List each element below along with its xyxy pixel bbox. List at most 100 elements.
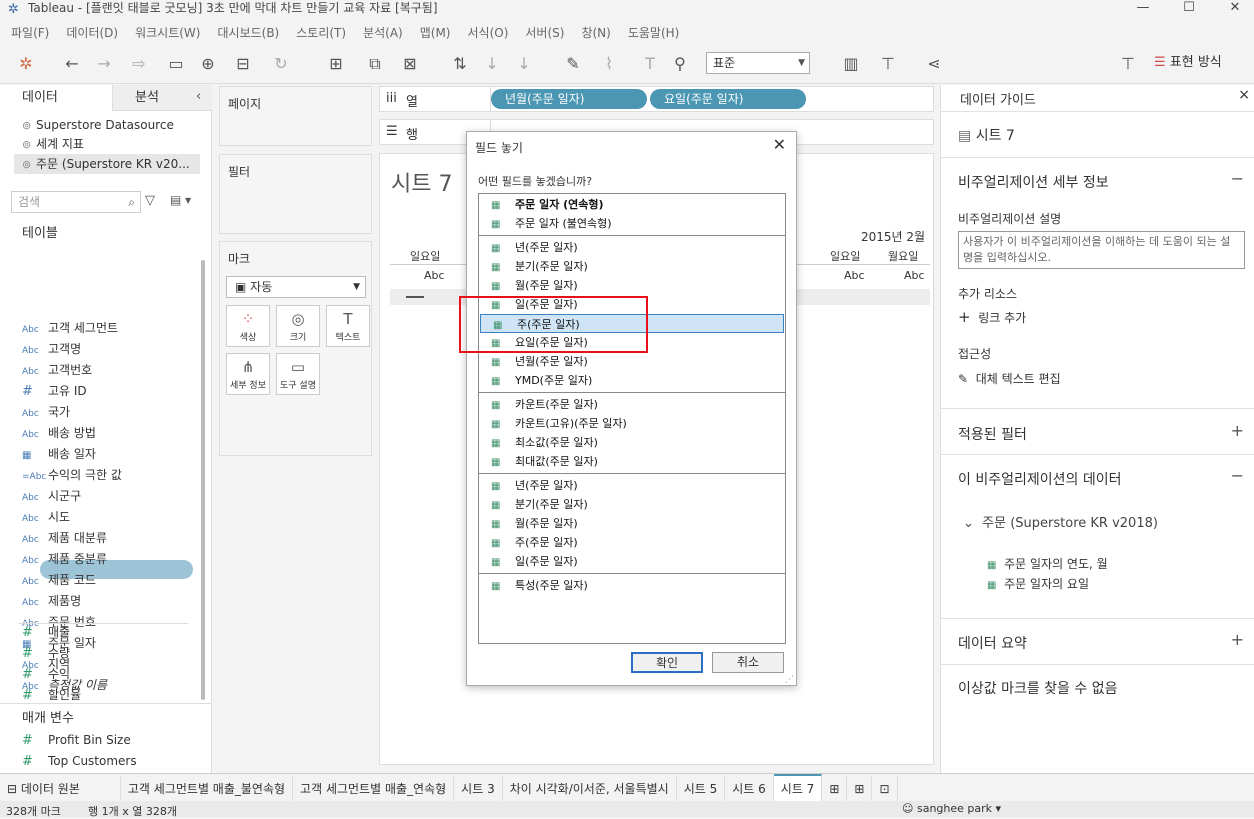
cancel-button[interactable]: 취소 [712, 652, 784, 673]
alt-text-button[interactable]: ✎ 대체 텍스트 편집 [958, 370, 1061, 387]
field-option[interactable]: ▦ 최대값(주문 일자) [479, 452, 785, 471]
new-worksheet-icon[interactable]: ⊞ [822, 776, 848, 803]
menu-format[interactable]: 서식(O) [457, 22, 515, 44]
duplicate-icon[interactable]: ⧉ [362, 53, 388, 75]
field-item[interactable]: Abc 고객명 [22, 339, 81, 360]
field-option[interactable]: ▦ 년월(주문 일자) [479, 352, 785, 371]
field-option[interactable]: ▦ 주문 일자 (불연속형) [479, 214, 785, 233]
measure-item[interactable]: # 매출 [22, 622, 70, 643]
mark-type-dropdown[interactable]: ▣ 자동 ▼ [226, 276, 366, 298]
pill-year-month[interactable]: 년월(주문 일자) [491, 89, 647, 109]
scrollbar[interactable] [201, 260, 205, 700]
redo-icon[interactable]: → [92, 53, 116, 75]
datasource-item[interactable]: ⊚ 주문 (Superstore KR v20... [22, 155, 190, 174]
format-painter-icon[interactable]: ⊤ [1116, 53, 1140, 75]
sheet-tab[interactable]: 시트 7 [773, 774, 823, 801]
field-item[interactable]: Abc 배송 방법 [22, 423, 96, 444]
tab-datasource[interactable]: ⊟ 데이터 원본 [0, 776, 121, 803]
sheet-tab[interactable]: 차이 시각화/이서준, 서울특별시 [503, 776, 677, 803]
datasource-item[interactable]: ⊚ Superstore Datasource [22, 116, 174, 135]
size-button[interactable]: ◎ 크기 [276, 305, 320, 347]
field-option[interactable]: ▦ 카운트(주문 일자) [479, 395, 785, 414]
view-options-icon[interactable]: ▤ ▾ [170, 193, 191, 207]
menu-file[interactable]: 파일(F) [0, 22, 55, 44]
field-option[interactable]: ▦ 월(주문 일자) [479, 276, 785, 295]
datasource-tree[interactable]: ⌄ 주문 (Superstore KR v2018) [963, 512, 1158, 531]
close-window-button[interactable]: ✕ [1212, 0, 1254, 20]
field-option[interactable]: ▦ 주문 일자 (연속형) [479, 195, 785, 214]
parameter-item[interactable]: # Top Customers [22, 751, 137, 772]
field-option[interactable]: ▦ 분기(주문 일자) [479, 495, 785, 514]
refresh-icon[interactable]: ↻ [266, 53, 296, 75]
presentation-icon[interactable]: ⊤ [876, 53, 900, 75]
parameter-item[interactable]: # Profit Bin Size [22, 730, 131, 751]
cards-icon[interactable]: ▥ [834, 53, 868, 75]
field-option[interactable]: ▦ 주(주문 일자) [479, 533, 785, 552]
field-option[interactable]: ▦ 분기(주문 일자) [479, 257, 785, 276]
menu-data[interactable]: 데이터(D) [55, 22, 124, 44]
field-item[interactable]: Abc 제품 대분류 [22, 528, 107, 549]
menu-worksheet[interactable]: 워크시트(W) [124, 22, 206, 44]
clear-sheet-icon[interactable]: ⊠ [394, 53, 426, 75]
fit-dropdown[interactable]: 표준 ▼ [706, 52, 810, 74]
share-icon[interactable]: ⋖ [922, 53, 946, 75]
pill-weekday[interactable]: 요일(주문 일자) [650, 89, 806, 109]
description-textarea[interactable]: 사용자가 이 비주얼리제이션을 이해하는 데 도움이 되는 설명을 입력하십시오… [958, 231, 1245, 269]
field-option[interactable]: ▦ 년(주문 일자) [479, 238, 785, 257]
field-option[interactable]: ▦ 일(주문 일자) [479, 552, 785, 571]
tableau-home-icon[interactable]: ✲ [14, 53, 38, 75]
pin-icon[interactable]: ⚲ [668, 53, 692, 75]
field-item[interactable]: =Abc 수익의 극한 값 [22, 465, 122, 486]
sheet-tab[interactable]: 시트 3 [454, 776, 503, 803]
minimize-button[interactable]: — [1120, 0, 1166, 20]
collapse-icon[interactable]: − [1231, 169, 1244, 188]
field-option[interactable]: ▦ 월(주문 일자) [479, 514, 785, 533]
field-item[interactable]: ▦ 배송 일자 [22, 444, 96, 465]
expand-icon[interactable]: + [1231, 421, 1244, 440]
field-item[interactable]: Abc 제품 코드 [22, 570, 96, 591]
resize-grip-icon[interactable]: ⋰ [785, 675, 794, 685]
text-button[interactable]: T 텍스트 [326, 305, 370, 347]
field-option[interactable]: ▦ YMD(주문 일자) [479, 371, 785, 390]
menu-map[interactable]: 맵(M) [409, 22, 457, 44]
group-icon[interactable]: ⌇ [596, 53, 622, 75]
field-option[interactable]: ▦ 최소값(주문 일자) [479, 433, 785, 452]
labels-icon[interactable]: T [638, 53, 662, 75]
maximize-button[interactable]: ☐ [1166, 0, 1212, 20]
new-datasource-icon[interactable]: ⊕ [196, 53, 220, 75]
menu-dashboard[interactable]: 대시보드(B) [206, 22, 285, 44]
measure-item[interactable]: # 수량 [22, 643, 70, 664]
user-menu[interactable]: ☺ sanghee park ▾ [902, 802, 1001, 815]
highlight-icon[interactable]: ✎ [560, 53, 586, 75]
field-option[interactable]: ▦ 년(주문 일자) [479, 476, 785, 495]
new-worksheet-icon[interactable]: ⊞ [320, 53, 352, 75]
pages-card[interactable]: 페이지 [219, 86, 372, 146]
sheet-tab[interactable]: 고객 세그먼트별 매출_불연속형 [121, 776, 294, 803]
filter-icon[interactable]: ▽ [145, 193, 155, 208]
field-option[interactable]: ▦ 특성(주문 일자) [479, 576, 785, 595]
columns-shelf[interactable]: iii 열 년월(주문 일자) 요일(주문 일자) [379, 86, 934, 112]
show-me-button[interactable]: ☰ 표현 방식 [1154, 52, 1222, 74]
field-item[interactable]: Abc 고객번호 [22, 360, 92, 381]
sort-desc-icon[interactable]: ↓ [512, 53, 536, 75]
new-dashboard-icon[interactable]: ⊞ [847, 776, 873, 803]
collapse-icon[interactable]: − [1231, 466, 1244, 485]
field-item[interactable]: # 고유 ID [22, 381, 87, 402]
add-link-button[interactable]: + 링크 추가 [958, 308, 1026, 326]
pause-updates-icon[interactable]: ⊟ [228, 53, 258, 75]
detail-button[interactable]: ⋔ 세부 정보 [226, 353, 270, 395]
menu-story[interactable]: 스토리(T) [285, 22, 352, 44]
field-item[interactable]: Abc 시도 [22, 507, 70, 528]
field-option[interactable]: ▦ 카운트(고유)(주문 일자) [479, 414, 785, 433]
close-guide-icon[interactable]: × [1238, 87, 1250, 103]
chevron-down-icon[interactable]: ▼ [176, 633, 183, 654]
swap-icon[interactable]: ⇅ [448, 53, 472, 75]
search-input[interactable]: 검색 ⌕ [11, 191, 141, 213]
data-field-item[interactable]: ▦ 주문 일자의 요일 [987, 575, 1089, 592]
measure-item[interactable]: # 수익 [22, 664, 70, 685]
menu-server[interactable]: 서버(S) [514, 22, 570, 44]
filters-card[interactable]: 필터 [219, 154, 372, 234]
close-dialog-icon[interactable]: ✕ [773, 135, 786, 154]
field-item[interactable]: Abc 시군구 [22, 486, 81, 507]
sort-asc-icon[interactable]: ↓ [480, 53, 504, 75]
